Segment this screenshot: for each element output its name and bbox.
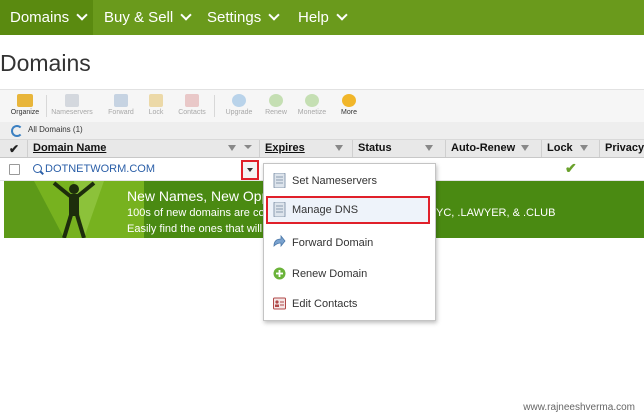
banner-line-2-tail: YC, .LAWYER, & .CLUB (436, 207, 556, 219)
nav-settings[interactable]: Settings (207, 0, 289, 35)
chevron-down-icon (336, 9, 348, 21)
check-all-icon[interactable]: ✔ (9, 142, 19, 156)
contact-card-icon (273, 297, 286, 310)
nav-domains[interactable]: Domains (0, 0, 93, 35)
nameservers-label: Nameservers (51, 109, 93, 116)
column-status[interactable]: Status (353, 140, 446, 157)
renew-icon (273, 267, 286, 280)
chevron-down-icon[interactable] (244, 145, 252, 149)
lock-icon (149, 94, 163, 107)
column-privacy[interactable]: Privacy (600, 140, 644, 157)
organize-button[interactable]: Organize (0, 92, 50, 116)
menu-item-renew-domain[interactable]: Renew Domain (266, 260, 430, 288)
domain-actions-menu: Set Nameservers Manage DNS Forward Domai… (263, 163, 436, 321)
column-domain-name[interactable]: Domain Name (28, 140, 260, 157)
contacts-label: Contacts (178, 109, 206, 116)
top-nav-bar: Domains Buy & Sell Settings Help (0, 0, 644, 35)
filter-icon[interactable] (228, 145, 236, 151)
breadcrumb-label[interactable]: All Domains (1) (28, 125, 83, 134)
celebrating-person-icon (4, 181, 104, 238)
nav-buy-sell[interactable]: Buy & Sell (104, 0, 196, 35)
column-lock-label: Lock (547, 142, 573, 154)
more-icon (342, 94, 356, 107)
menu-item-label: Forward Domain (292, 237, 374, 249)
filter-icon[interactable] (425, 145, 433, 151)
chevron-down-icon (180, 9, 192, 21)
contact-card-icon (185, 94, 199, 107)
column-auto-renew[interactable]: Auto-Renew (446, 140, 542, 157)
banner-line-3: Easily find the ones that will g (127, 223, 272, 235)
menu-item-forward-domain[interactable]: Forward Domain (266, 229, 430, 257)
column-domain-name-label: Domain Name (33, 142, 107, 154)
banner-headline: New Names, New Opp (127, 188, 270, 204)
column-auto-renew-label: Auto-Renew (451, 142, 516, 154)
server-icon (273, 173, 286, 188)
menu-item-set-nameservers[interactable]: Set Nameservers (266, 167, 430, 195)
search-icon[interactable] (33, 164, 42, 173)
watermark: www.rajneeshverma.com (523, 402, 635, 413)
filter-icon[interactable] (521, 145, 529, 151)
domain-link[interactable]: DOTNETWORM.COM (45, 163, 155, 175)
lock-check-icon: ✔ (565, 160, 577, 176)
menu-item-edit-contacts[interactable]: Edit Contacts (266, 290, 430, 318)
column-privacy-label: Privacy (605, 142, 644, 154)
more-button[interactable]: More (324, 92, 374, 116)
menu-item-manage-dns[interactable]: Manage DNS (266, 196, 430, 224)
nameservers-button[interactable]: Nameservers (47, 92, 97, 116)
dns-document-icon (273, 202, 286, 217)
grid-header: Domain Name Expires Status Auto-Renew Lo… (0, 140, 644, 158)
refresh-icon[interactable] (11, 125, 23, 137)
menu-item-label: Renew Domain (292, 268, 368, 280)
menu-item-label: Manage DNS (292, 204, 359, 216)
page-title: Domains (0, 50, 91, 76)
nav-help-label: Help (298, 9, 329, 26)
menu-item-label: Set Nameservers (292, 175, 377, 187)
row-action-dropdown[interactable] (241, 160, 259, 180)
column-expires-label: Expires (265, 142, 305, 154)
filter-icon[interactable] (580, 145, 588, 151)
column-lock[interactable]: Lock (542, 140, 600, 157)
forward-arrow-icon (114, 94, 128, 107)
nav-domains-label: Domains (10, 9, 70, 26)
more-label: More (341, 109, 357, 116)
toolbar: Organize Nameservers Forward Lock Contac… (0, 89, 644, 123)
server-icon (65, 94, 79, 107)
menu-item-label: Edit Contacts (292, 298, 358, 310)
row-checkbox[interactable] (9, 164, 20, 175)
breadcrumb: All Domains (1) (0, 122, 644, 140)
forward-arrow-icon (273, 235, 286, 248)
chevron-down-icon (76, 9, 88, 21)
organize-label: Organize (10, 109, 40, 116)
banner-image (4, 181, 144, 238)
contacts-button[interactable]: Contacts (167, 92, 217, 116)
renew-icon (269, 94, 283, 107)
column-status-label: Status (358, 142, 392, 154)
monetize-icon (305, 94, 319, 107)
nav-settings-label: Settings (207, 9, 262, 26)
column-expires[interactable]: Expires (260, 140, 353, 157)
filter-icon[interactable] (335, 145, 343, 151)
upgrade-icon (232, 94, 246, 107)
nav-buy-sell-label: Buy & Sell (104, 9, 174, 26)
nav-help[interactable]: Help (298, 0, 353, 35)
folder-icon (17, 94, 33, 107)
chevron-down-icon (268, 9, 280, 21)
banner-line-2: 100s of new domains are cor (127, 207, 269, 219)
